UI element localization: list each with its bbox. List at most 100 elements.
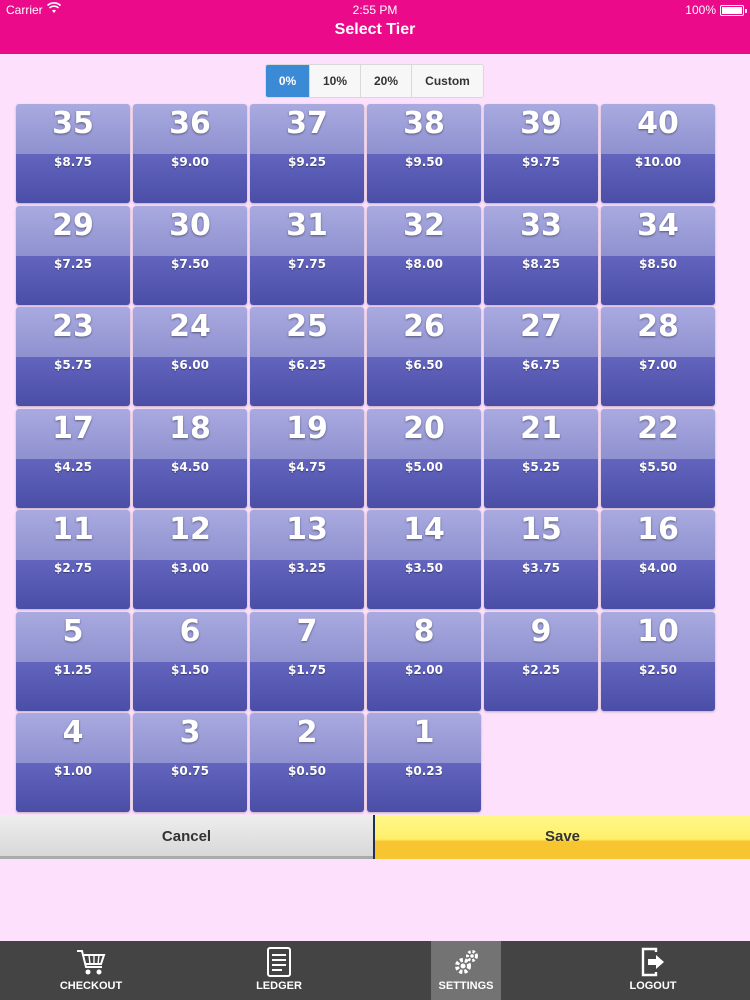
tab-checkout[interactable]: CHECKOUT bbox=[47, 941, 135, 1000]
tier-number: 8 bbox=[413, 613, 435, 649]
battery-percent: 100% bbox=[685, 3, 716, 17]
tier-price: $6.50 bbox=[405, 358, 443, 372]
tier-price: $2.75 bbox=[54, 561, 92, 575]
tier-price: $9.25 bbox=[288, 155, 326, 169]
tier-tile[interactable]: 16 $4.00 bbox=[601, 510, 715, 609]
tier-tile[interactable]: 21 $5.25 bbox=[484, 408, 598, 508]
tier-tile[interactable]: 28 $7.00 bbox=[601, 307, 715, 406]
tier-tile[interactable]: 12 $3.00 bbox=[133, 510, 247, 609]
tab-settings[interactable]: SETTINGS bbox=[431, 941, 501, 1000]
tier-tile[interactable]: 36 $9.00 bbox=[133, 104, 247, 203]
tier-tile[interactable]: 32 $8.00 bbox=[367, 205, 481, 305]
tier-tile[interactable]: 30 $7.50 bbox=[133, 205, 247, 305]
clock: 2:55 PM bbox=[352, 3, 398, 17]
tier-number: 23 bbox=[52, 309, 94, 344]
logout-icon bbox=[638, 946, 668, 978]
tier-number: 14 bbox=[403, 512, 445, 547]
tier-tile[interactable]: 37 $9.25 bbox=[250, 104, 364, 203]
tier-number: 6 bbox=[179, 613, 201, 649]
tier-number: 21 bbox=[520, 410, 562, 446]
tier-tile[interactable]: 6 $1.50 bbox=[133, 611, 247, 711]
tier-price: $6.25 bbox=[288, 358, 326, 372]
tier-tile[interactable]: 31 $7.75 bbox=[250, 205, 364, 305]
tier-tile[interactable]: 8 $2.00 bbox=[367, 611, 481, 711]
tier-number: 34 bbox=[637, 207, 679, 243]
tier-tile[interactable]: 18 $4.50 bbox=[133, 408, 247, 508]
tier-tile[interactable]: 29 $7.25 bbox=[16, 205, 130, 305]
tier-tile[interactable]: 9 $2.25 bbox=[484, 611, 598, 711]
tier-number: 20 bbox=[403, 410, 445, 446]
tab-ledger[interactable]: LEDGER bbox=[235, 941, 323, 1000]
segment-0-percent[interactable]: 0% bbox=[266, 65, 310, 97]
tier-tile[interactable]: 34 $8.50 bbox=[601, 205, 715, 305]
tier-tile[interactable]: 1 $0.23 bbox=[367, 713, 481, 812]
tier-price: $6.00 bbox=[171, 358, 209, 372]
tier-price: $7.75 bbox=[288, 256, 326, 271]
tier-tile[interactable]: 3 $0.75 bbox=[133, 713, 247, 812]
navigation-bar: Select Tier bbox=[0, 20, 750, 54]
tier-price: $8.00 bbox=[405, 256, 443, 271]
tier-price: $2.00 bbox=[405, 662, 443, 677]
ledger-icon bbox=[264, 946, 294, 978]
tier-number: 5 bbox=[62, 613, 84, 649]
tier-tile[interactable]: 24 $6.00 bbox=[133, 307, 247, 406]
tier-tile[interactable]: 38 $9.50 bbox=[367, 104, 481, 203]
tier-price: $4.75 bbox=[288, 459, 326, 474]
tier-number: 15 bbox=[520, 512, 562, 547]
tier-tile[interactable]: 2 $0.50 bbox=[250, 713, 364, 812]
tier-number: 17 bbox=[52, 410, 94, 446]
tier-tile[interactable]: 22 $5.50 bbox=[601, 408, 715, 508]
tier-price: $9.00 bbox=[171, 155, 209, 169]
cancel-button[interactable]: Cancel bbox=[0, 815, 373, 859]
tier-tile[interactable]: 11 $2.75 bbox=[16, 510, 130, 609]
tier-tile[interactable]: 4 $1.00 bbox=[16, 713, 130, 812]
page-title: Select Tier bbox=[334, 21, 416, 38]
segment-20-percent[interactable]: 20% bbox=[361, 65, 412, 97]
tier-tile[interactable]: 7 $1.75 bbox=[250, 611, 364, 711]
tier-number: 27 bbox=[520, 309, 562, 344]
tier-tile[interactable]: 13 $3.25 bbox=[250, 510, 364, 609]
tier-price: $7.50 bbox=[171, 256, 209, 271]
battery-icon bbox=[720, 5, 747, 16]
tier-number: 1 bbox=[413, 715, 435, 750]
tier-tile[interactable]: 19 $4.75 bbox=[250, 408, 364, 508]
tier-price: $4.00 bbox=[639, 561, 677, 575]
segment-10-percent[interactable]: 10% bbox=[310, 65, 361, 97]
tier-tile[interactable]: 23 $5.75 bbox=[16, 307, 130, 406]
tier-tile[interactable]: 20 $5.00 bbox=[367, 408, 481, 508]
tier-price: $10.00 bbox=[634, 155, 682, 169]
tier-price: $0.23 bbox=[405, 764, 443, 778]
save-button[interactable]: Save bbox=[375, 815, 750, 859]
tier-tile[interactable]: 35 $8.75 bbox=[16, 104, 130, 203]
tier-price: $8.50 bbox=[639, 256, 677, 271]
tier-tile[interactable]: 26 $6.50 bbox=[367, 307, 481, 406]
tier-price: $5.25 bbox=[522, 459, 560, 474]
tier-price: $8.25 bbox=[522, 256, 560, 271]
tab-logout[interactable]: LOGOUT bbox=[609, 941, 697, 1000]
discount-segmented-control: 0% 10% 20% Custom bbox=[265, 64, 484, 98]
tier-tile[interactable]: 10 $2.50 bbox=[601, 611, 715, 711]
tier-tile[interactable]: 39 $9.75 bbox=[484, 104, 598, 203]
tier-number: 12 bbox=[169, 512, 211, 547]
tier-tile[interactable]: 25 $6.25 bbox=[250, 307, 364, 406]
tier-tile[interactable]: 33 $8.25 bbox=[484, 205, 598, 305]
tier-tile[interactable]: 14 $3.50 bbox=[367, 510, 481, 609]
tier-number: 39 bbox=[520, 106, 562, 141]
tier-number: 2 bbox=[296, 715, 318, 750]
tier-number: 4 bbox=[62, 715, 84, 750]
tier-number: 19 bbox=[286, 410, 328, 446]
tier-number: 31 bbox=[286, 207, 328, 243]
tier-price: $0.75 bbox=[171, 764, 209, 778]
tier-tile[interactable]: 40 $10.00 bbox=[601, 104, 715, 203]
tier-tile[interactable]: 17 $4.25 bbox=[16, 408, 130, 508]
tier-number: 16 bbox=[637, 512, 679, 547]
tier-price: $5.50 bbox=[639, 459, 677, 474]
tier-price: $1.75 bbox=[288, 662, 326, 677]
tier-number: 38 bbox=[403, 106, 445, 141]
tier-number: 33 bbox=[520, 207, 562, 243]
tier-tile[interactable]: 15 $3.75 bbox=[484, 510, 598, 609]
segment-custom[interactable]: Custom bbox=[412, 65, 483, 97]
tier-tile[interactable]: 5 $1.25 bbox=[16, 611, 130, 711]
tier-tile[interactable]: 27 $6.75 bbox=[484, 307, 598, 406]
gears-icon bbox=[451, 946, 481, 978]
